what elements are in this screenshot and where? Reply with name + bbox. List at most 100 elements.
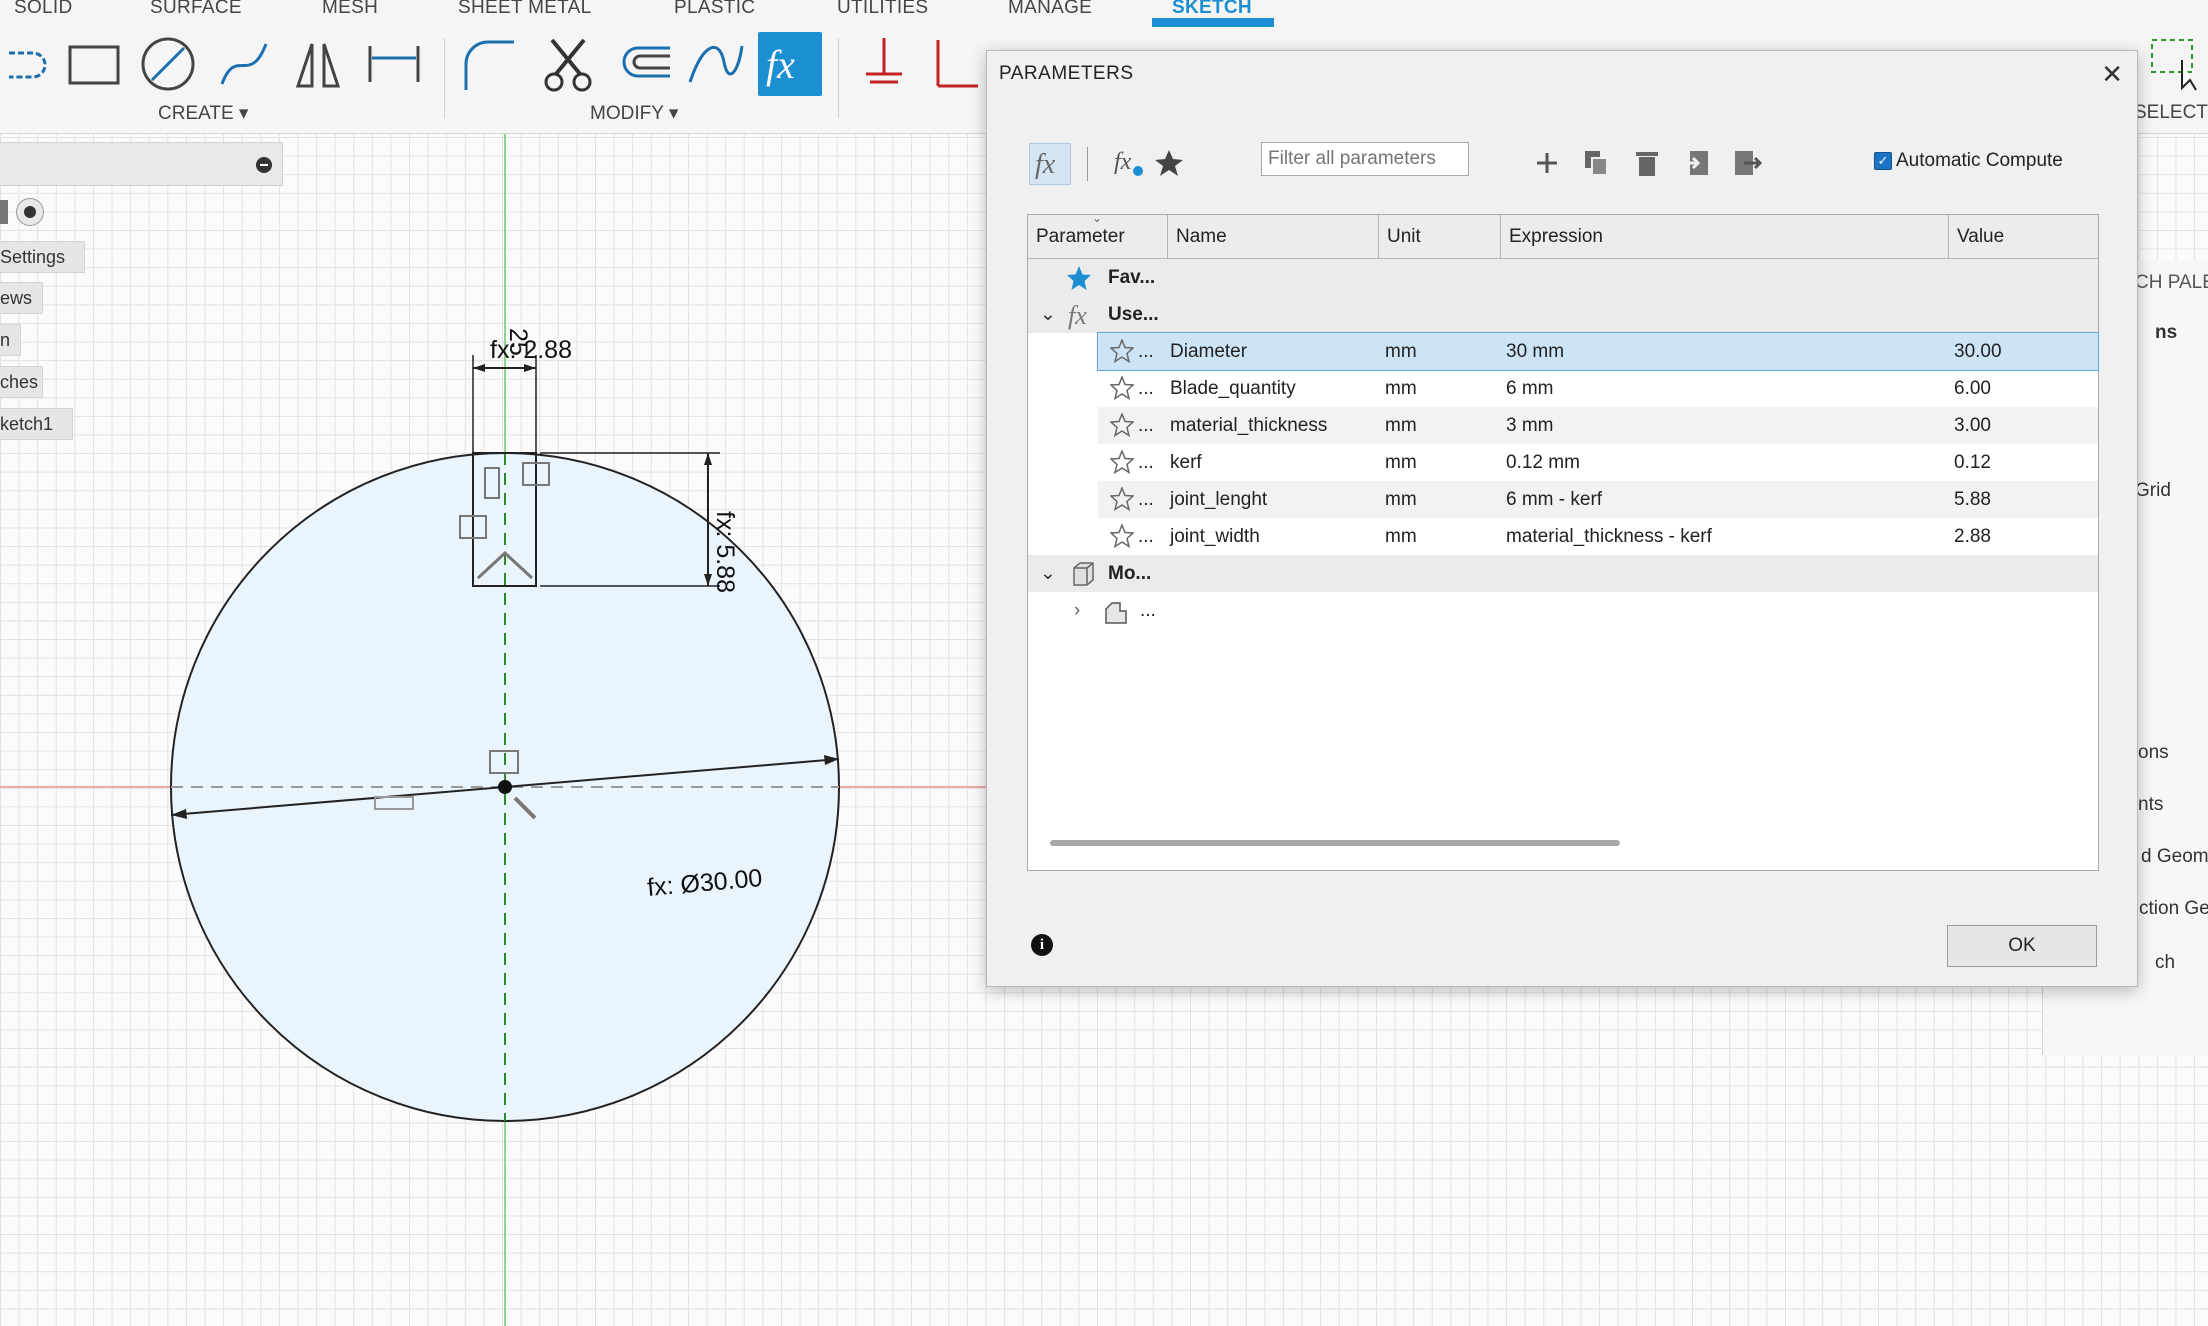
group-row-favorites[interactable]: Fav... [1028,259,2098,296]
favorite-star-outline-icon[interactable] [1110,450,1134,474]
add-parameter-icon[interactable] [1527,143,1567,183]
tab-sketch[interactable]: SKETCH [1172,0,1252,19]
parameter-unit[interactable]: mm [1385,333,1417,370]
table-row[interactable]: ... joint_lenght mm 6 mm - kerf 5.88 [1098,481,2098,518]
favorite-star-outline-icon[interactable] [1110,524,1134,548]
filter-parameters-input[interactable] [1261,142,1469,176]
tab-solid[interactable]: SOLID [14,0,73,19]
ok-button[interactable]: OK [1947,925,2097,967]
checkbox-checked-icon[interactable]: ✓ [1874,152,1892,170]
parameter-dots: ... [1138,489,1154,510]
column-header-value[interactable]: Value [1949,215,2098,259]
horizontal-scrollbar[interactable] [1050,840,1620,846]
palette-grid-label[interactable]: Grid [2135,480,2171,502]
spline-tool-icon[interactable] [212,32,276,96]
rectangle-tool-icon[interactable] [62,32,126,96]
visibility-icon[interactable] [0,200,8,224]
tab-manage[interactable]: MANAGE [1008,0,1092,19]
parameter-unit[interactable]: mm [1385,518,1417,555]
group-row-model-child[interactable]: › ... [1028,592,2098,629]
parameter-unit[interactable]: mm [1385,481,1417,518]
chevron-right-icon[interactable]: › [1074,592,1080,629]
select-menu[interactable]: SELECT [2134,102,2208,124]
browser-item-origin[interactable]: n [0,324,21,356]
dimension-tool-icon[interactable] [362,32,426,96]
slot-tool-icon[interactable] [0,32,58,96]
svg-text:fx: fx [766,42,795,87]
browser-item-settings[interactable]: Settings [0,241,85,273]
tab-sheet-metal[interactable]: SHEET METAL [458,0,592,19]
browser-item-views[interactable]: ews [0,282,43,314]
user-fx-icon: fx [1068,301,1087,330]
palette-item-label[interactable]: d Geome [2141,846,2208,868]
favorites-star-icon[interactable] [1149,143,1189,183]
parameter-expression[interactable]: 6 mm [1506,370,1554,407]
offset-tool-icon[interactable] [612,32,676,96]
close-icon[interactable]: ✕ [2101,59,2123,90]
tab-surface[interactable]: SURFACE [150,0,242,19]
parameter-expression[interactable]: 30 mm [1506,333,1564,370]
parameter-unit[interactable]: mm [1385,370,1417,407]
parameter-dots: ... [1138,415,1154,436]
palette-item-label[interactable]: nts [2138,794,2163,816]
parameter-name: joint_width [1170,526,1260,547]
browser-item-sketch1[interactable]: ketch1 [0,408,73,440]
collapse-icon[interactable] [256,157,272,173]
parameter-name: Diameter [1170,341,1248,362]
column-header-expression[interactable]: Expression [1501,215,1949,259]
column-header-name[interactable]: Name [1168,215,1379,259]
parameter-expression[interactable]: 3 mm [1506,407,1554,444]
favorite-star-outline-icon[interactable] [1110,376,1134,400]
delete-parameter-icon[interactable] [1627,143,1667,183]
fix-constraint-icon[interactable] [852,32,916,96]
tab-plastic[interactable]: PLASTIC [674,0,755,19]
mirror-tool-icon[interactable] [286,32,350,96]
automatic-compute-checkbox[interactable]: ✓ Automatic Compute [1874,150,2063,172]
browser-item-sketches[interactable]: ches [0,366,43,398]
palette-item-label[interactable]: ch [2155,952,2175,974]
column-header-unit[interactable]: Unit [1379,215,1501,259]
table-row[interactable]: ... kerf mm 0.12 mm 0.12 [1098,444,2098,481]
parameter-expression[interactable]: 6 mm - kerf [1506,481,1602,518]
circle-tool-icon[interactable] [136,32,200,96]
group-row-model-parameters[interactable]: ⌄ Mo... [1028,555,2098,592]
fillet-tool-icon[interactable] [456,32,520,96]
table-row[interactable]: ... Diameter mm 30 mm 30.00 [1097,332,2099,371]
parameter-unit[interactable]: mm [1385,444,1417,481]
import-parameters-icon[interactable] [1677,143,1717,183]
tab-utilities[interactable]: UTILITIES [837,0,928,19]
change-parameters-fx-icon[interactable]: fx [758,32,822,96]
modify-menu[interactable]: MODIFY ▾ [590,102,678,125]
perpendicular-constraint-icon[interactable] [918,32,982,96]
extend-tool-icon[interactable] [684,32,748,96]
parameters-table: Parameter Name Unit Expression Value ⌄ F… [1027,211,2099,871]
favorite-star-outline-icon[interactable] [1110,339,1134,363]
parameter-expression[interactable]: material_thickness - kerf [1506,518,1712,555]
palette-item-label[interactable]: ction Geo [2139,898,2208,920]
svg-text:fx: fx [1114,149,1132,175]
activate-radio-icon[interactable] [16,198,44,226]
palette-item-label[interactable]: ons [2138,742,2169,764]
dimension-height-text[interactable]: fx: 5.88 [711,511,739,593]
parameter-unit[interactable]: mm [1385,407,1417,444]
export-parameters-icon[interactable] [1727,143,1767,183]
trim-tool-icon[interactable] [536,32,600,96]
chevron-down-icon[interactable]: ⌄ [1040,555,1056,592]
group-row-user-parameters[interactable]: ⌄ fx Use... [1028,296,2098,333]
parameter-expression[interactable]: 0.12 mm [1506,444,1580,481]
create-menu[interactable]: CREATE ▾ [158,102,248,125]
all-parameters-fx-icon[interactable]: fx [1029,143,1071,185]
parameter-dots: ... [1138,378,1154,399]
window-select-icon[interactable] [2140,30,2204,94]
center-point[interactable] [498,780,512,794]
copy-parameter-icon[interactable] [1577,143,1617,183]
favorite-star-outline-icon[interactable] [1110,413,1134,437]
user-parameters-icon[interactable]: fx [1109,143,1149,183]
favorite-star-outline-icon[interactable] [1110,487,1134,511]
table-row[interactable]: ... joint_width mm material_thickness - … [1098,518,2098,555]
chevron-down-icon[interactable]: ⌄ [1040,296,1056,333]
table-row[interactable]: ... material_thickness mm 3 mm 3.00 [1098,407,2098,444]
table-row[interactable]: ... Blade_quantity mm 6 mm 6.00 [1098,370,2098,407]
info-icon[interactable]: i [1031,934,1053,956]
tab-mesh[interactable]: MESH [322,0,378,19]
